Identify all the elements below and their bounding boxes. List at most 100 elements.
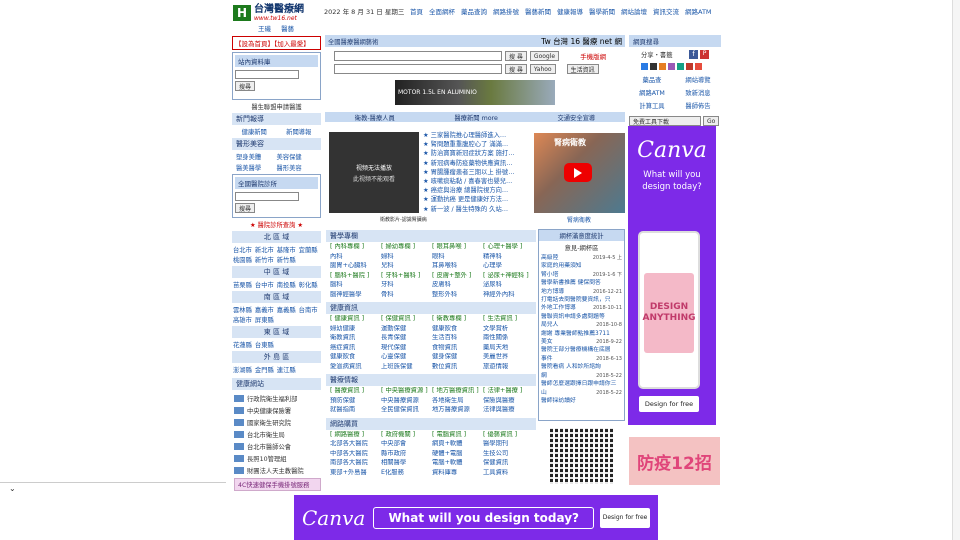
search-select-1[interactable]: 搜 尋 [505, 51, 527, 61]
category-link[interactable]: 南部各大醫院 [330, 459, 379, 468]
category-head[interactable]: [ 地方醫療資訊 ] [432, 387, 481, 396]
google-button[interactable]: Google [529, 51, 560, 61]
region-city[interactable]: 金門縣 [255, 365, 274, 374]
category-link[interactable]: 數位資訊 [432, 363, 481, 372]
category-link[interactable]: 兒科 [381, 262, 430, 271]
hospital-search-button[interactable]: 搜尋 [235, 203, 256, 213]
print-icon[interactable]: P [700, 50, 709, 59]
category-head[interactable]: [ 政府機關 ] [381, 431, 430, 440]
bottom-canva-ad[interactable]: Canva What will you design today? Design… [294, 495, 658, 540]
bottom-canva-cta[interactable]: Design for free [600, 507, 650, 528]
region-city[interactable]: 台南市 [299, 305, 318, 314]
forum-item[interactable]: 醫師怎麼選跟擇日跟申請你三 [541, 380, 622, 388]
category-link[interactable]: 網頁+軟體 [432, 440, 481, 449]
region-city[interactable]: 澎湖縣 [233, 365, 252, 374]
tab-medical-news[interactable]: 醫療新聞 [454, 115, 479, 122]
nav-forum[interactable]: 網站論壇 [621, 6, 647, 16]
category-link[interactable]: 醫學期刊 [483, 440, 532, 449]
mobile-link[interactable]: 手機版網 [580, 51, 606, 61]
category-link[interactable]: 工具資料 [483, 469, 532, 478]
category-link[interactable]: 各地衛生局 [432, 397, 481, 406]
category-link[interactable]: 上班族保健 [381, 363, 430, 372]
category-link[interactable]: 耳鼻喉科 [432, 262, 481, 271]
category-link[interactable]: 全民健保資訊 [381, 406, 430, 415]
youtube-play-icon[interactable] [564, 163, 592, 182]
forum-item[interactable]: 地方博導 2016-12-21 [541, 288, 622, 296]
category-link[interactable]: 健身保健 [432, 353, 481, 362]
yahoo-button[interactable]: Yahoo [529, 64, 556, 74]
go-button[interactable]: Go [703, 116, 720, 126]
region-city[interactable]: 高雄市 [233, 315, 252, 324]
region-city[interactable]: 新北市 [255, 245, 274, 254]
yahoo-search-input[interactable] [334, 64, 502, 74]
category-link[interactable]: 旅遊情報 [483, 363, 532, 372]
vertical-scrollbar[interactable] [952, 0, 960, 540]
category-link[interactable]: 心理學 [483, 262, 532, 271]
beauty-item[interactable]: 塑身美體 [236, 152, 277, 161]
category-link[interactable]: 癌症資訊 [330, 344, 379, 353]
forum-item[interactable]: 醫學新書推薦 健保問答 [541, 279, 622, 287]
health-site-link[interactable]: 4C快速健保手機掛號服務 [234, 478, 321, 491]
forum-item[interactable]: 醫院看病 人和診所諮詢 [541, 363, 622, 371]
region-city[interactable]: 嘉義市 [255, 305, 274, 314]
category-head[interactable]: [ 內科專欄 ] [330, 243, 379, 252]
category-link[interactable]: 腦科 [330, 281, 379, 290]
category-link[interactable]: 藥局天地 [483, 344, 532, 353]
category-head[interactable]: [ 心理+醫學 ] [483, 243, 532, 252]
category-link[interactable]: 生活百科 [432, 334, 481, 343]
top-links[interactable]: 【設為首頁】【加入最愛】 [232, 36, 321, 50]
category-link[interactable]: 牙科 [381, 281, 430, 290]
category-head[interactable]: [ 醫療資訊 ] [330, 387, 379, 396]
nav-beauty[interactable]: 醫藝新聞 [525, 6, 551, 16]
google-search-input[interactable] [334, 51, 502, 61]
region-city[interactable]: 彰化縣 [299, 280, 318, 289]
category-link[interactable]: 電腦+軟體 [432, 459, 481, 468]
share-link[interactable]: 分享・書籤 [641, 50, 672, 59]
nav-health[interactable]: 健康報導 [557, 6, 583, 16]
nav-exchange[interactable]: 資訊交流 [653, 6, 679, 16]
category-link[interactable]: 相關醫學 [381, 459, 430, 468]
youtube-embed[interactable]: 腎病衛教 [534, 133, 625, 213]
category-link[interactable]: 食物資訊 [432, 344, 481, 353]
category-link[interactable]: 現代保健 [381, 344, 430, 353]
category-link[interactable]: 兩性關係 [483, 334, 532, 343]
health-site-link[interactable]: 台北市衛生局 [234, 430, 321, 439]
category-link[interactable]: 東部+外島醫 [330, 469, 379, 478]
category-link[interactable]: 法律與醫療 [483, 406, 532, 415]
category-link[interactable]: 就醫指南 [330, 406, 379, 415]
health-site-link[interactable]: 長照10管理組 [234, 454, 321, 463]
beauty-item[interactable]: 醫美醫學 [236, 163, 277, 172]
facebook-icon[interactable]: f [689, 50, 698, 59]
category-link[interactable]: 心靈保健 [381, 353, 430, 362]
category-link[interactable]: 內科 [330, 253, 379, 262]
region-city[interactable]: 新竹市 [255, 255, 274, 264]
right-link[interactable]: 網站導覽 [675, 75, 721, 84]
video-player[interactable]: 视频无法播放 此视频不能观看 [329, 132, 419, 213]
right-link[interactable]: 計算工具 [629, 101, 675, 110]
news-item[interactable]: ★ 新冠病毒防疫藥物供應資訊… [423, 159, 533, 168]
site-search-input[interactable] [235, 70, 299, 79]
region-city[interactable]: 苗栗縣 [233, 280, 252, 289]
forum-item[interactable]: 事件 2018-6-13 [541, 355, 622, 363]
region-city[interactable]: 嘉義縣 [277, 305, 296, 314]
forum-item[interactable]: 局兒人 2018-10-8 [541, 321, 622, 329]
nav-register[interactable]: 網路掛號 [493, 6, 519, 16]
tab-traffic-safety[interactable]: 交通安全宣導 [557, 113, 595, 122]
forum-item[interactable]: 醫院王部分醫療機構在底層 [541, 346, 622, 354]
forum-item[interactable]: 外地工作博導 2018-10-11 [541, 304, 622, 312]
canva-side-ad[interactable]: Canva What will you design today? DESIGN… [628, 126, 716, 425]
nav-news[interactable]: 醫學新聞 [589, 6, 615, 16]
category-link[interactable]: 眼科 [432, 253, 481, 262]
region-city[interactable]: 台中市 [255, 280, 274, 289]
forum-item[interactable]: 醫聯資訊申請多處問題等 [541, 313, 622, 321]
category-link[interactable]: 地方醫療資源 [432, 406, 481, 415]
category-head[interactable]: [ 生活資訊 ] [483, 315, 532, 324]
region-city[interactable]: 桃園縣 [233, 255, 252, 264]
logo[interactable]: H 台灣醫療網 www.tw16.net [233, 3, 319, 23]
region-city[interactable]: 連江縣 [277, 365, 296, 374]
nav-atm[interactable]: 網路ATM [685, 6, 712, 16]
nav-web-cup[interactable]: 全面網杯 [429, 6, 455, 16]
category-link[interactable]: 健康飲食 [432, 325, 481, 334]
forum-item[interactable]: 打電話去問醫院要資訊，只 [541, 296, 622, 304]
news-report[interactable]: 新聞導報 [286, 127, 311, 136]
